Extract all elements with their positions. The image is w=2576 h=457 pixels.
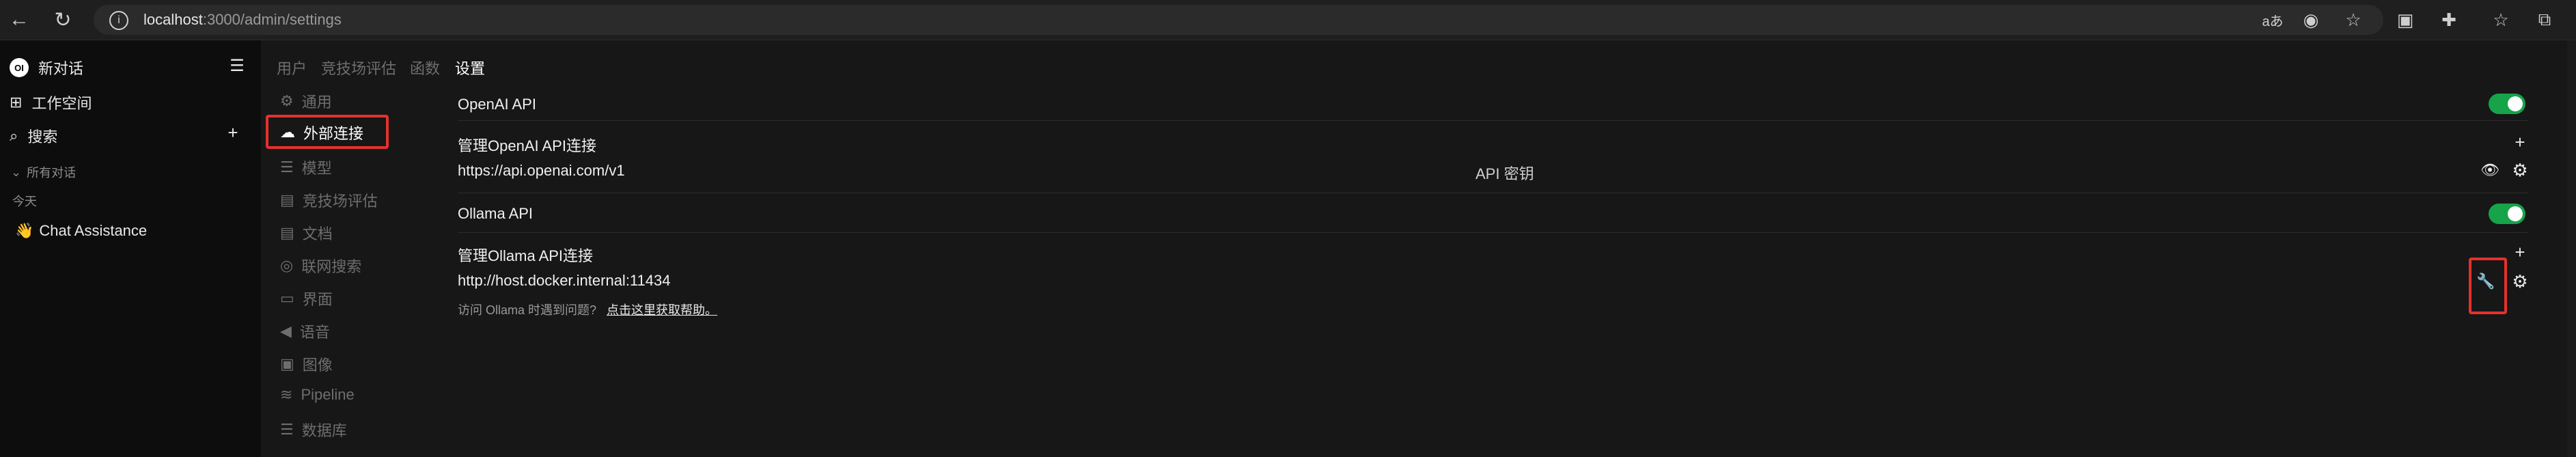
openai-api-title: OpenAI API	[458, 96, 536, 113]
add-openai-connection-icon[interactable]: +	[2508, 130, 2532, 154]
settings-nav-documents[interactable]: ▤ 文档	[280, 222, 333, 244]
new-chat-label: 新对话	[38, 60, 84, 77]
tab-users[interactable]: 用户	[277, 57, 307, 79]
settings-nav-label: 联网搜索	[301, 258, 362, 275]
help-link[interactable]: 点击这里获取帮助。	[607, 303, 717, 317]
settings-nav-label: 文档	[302, 225, 333, 243]
workspace-icon: ⊞	[10, 94, 23, 111]
settings-nav-interface[interactable]: ▭ 界面	[280, 288, 333, 309]
site-info-icon[interactable]: i	[109, 11, 128, 30]
read-aloud-icon[interactable]: aあ	[2258, 5, 2287, 34]
wave-icon: 👋	[15, 222, 34, 239]
openai-api-key-input[interactable]: API 密钥	[1476, 162, 1534, 184]
add-icon[interactable]: +	[223, 122, 243, 143]
gear-icon: ⚙	[280, 92, 294, 109]
speaker-icon: ◀	[280, 322, 292, 340]
ollama-api-toggle[interactable]	[2489, 204, 2525, 224]
wrench-icon[interactable]: 🔧	[2476, 270, 2496, 293]
gear-icon[interactable]: ⚙	[2508, 158, 2532, 182]
favorite-star-icon[interactable]: ☆	[2339, 5, 2368, 34]
url-text: localhost:3000/admin/settings	[143, 11, 342, 28]
settings-nav-label: 模型	[301, 160, 332, 177]
workspace-label: 工作空间	[31, 95, 92, 112]
translate-icon[interactable]: ◉	[2297, 5, 2325, 34]
settings-nav-arena[interactable]: ▤ 竞技场评估	[280, 189, 378, 211]
settings-nav-label: 数据库	[301, 422, 347, 439]
back-icon[interactable]: ←	[5, 6, 33, 33]
sidebar-item-search[interactable]: ⌕ 搜索	[10, 125, 57, 147]
openai-url-input[interactable]: https://api.openai.com/v1	[458, 162, 625, 180]
file-icon: ▤	[280, 224, 294, 241]
scrollbar[interactable]	[2567, 40, 2576, 457]
favorites-icon[interactable]: ☆	[2487, 5, 2515, 34]
tab-actions-icon[interactable]: ▣	[2391, 5, 2420, 34]
ollama-url-input[interactable]: http://host.docker.internal:11434	[458, 272, 670, 290]
tab-arena[interactable]: 竞技场评估	[321, 57, 396, 79]
new-chat-button[interactable]: OI 新对话	[10, 57, 83, 79]
ollama-manage-label: 管理Ollama API连接	[458, 247, 594, 264]
ollama-api-title: Ollama API	[458, 205, 534, 222]
database-icon: ☰	[280, 158, 294, 176]
reload-icon[interactable]: ↻	[49, 6, 77, 33]
gear-icon[interactable]: ⚙	[2508, 270, 2532, 293]
cloud-icon: ☁	[280, 124, 295, 141]
tab-functions[interactable]: 函数	[410, 57, 440, 79]
openai-manage-label: 管理OpenAI API连接	[458, 137, 596, 154]
chevron-down-icon: ⌄	[11, 165, 22, 179]
divider	[458, 232, 2527, 233]
image-icon: ▣	[280, 355, 294, 372]
settings-nav-label: 通用	[301, 94, 332, 111]
search-icon: ⌕	[10, 127, 18, 144]
browser-toolbar: ← ↻ i localhost:3000/admin/settings aあ ◉…	[0, 0, 2576, 40]
help-prefix: 访问 Ollama 时遇到问题?	[458, 303, 597, 317]
settings-nav-pipeline[interactable]: ≋ Pipeline	[280, 386, 355, 404]
monitor-icon: ▭	[280, 290, 294, 307]
settings-nav-connections[interactable]: ☁ 外部连接	[280, 122, 363, 143]
ollama-help-text: 访问 Ollama 时遇到问题? 点击这里获取帮助。	[458, 301, 717, 318]
chat-list-item[interactable]: 👋 Chat Assistance	[15, 222, 147, 240]
layers-icon: ≋	[280, 386, 293, 403]
all-chats-toggle[interactable]: ⌄ 所有对话	[11, 163, 76, 181]
settings-nav-label: 界面	[302, 291, 333, 308]
settings-nav-label: 竞技场评估	[302, 193, 378, 210]
settings-nav-images[interactable]: ▣ 图像	[280, 353, 333, 375]
settings-nav-label: 语音	[299, 324, 330, 341]
main-panel	[261, 40, 2576, 457]
today-heading: 今天	[12, 195, 37, 208]
add-ollama-connection-icon[interactable]: +	[2508, 240, 2532, 264]
settings-nav-database[interactable]: ☰ 数据库	[280, 419, 347, 441]
address-bar[interactable]	[94, 5, 2383, 35]
sidebar: OI 新对话 ☰ ⊞ 工作空间 ⌕ 搜索 + ⌄ 所有对话 今天 👋 Chat …	[0, 40, 261, 457]
globe-icon: ◎	[280, 257, 294, 274]
settings-nav-general[interactable]: ⚙ 通用	[280, 90, 332, 112]
settings-nav-label: Pipeline	[301, 386, 355, 403]
openai-api-toggle[interactable]	[2489, 94, 2525, 114]
document-icon: ▤	[280, 191, 294, 208]
app-logo: OI	[10, 58, 29, 77]
settings-nav-models[interactable]: ☰ 模型	[280, 156, 332, 178]
sidebar-toggle-icon[interactable]: ☰	[227, 55, 247, 76]
chat-title: Chat Assistance	[39, 222, 148, 239]
settings-nav-label: 图像	[302, 357, 333, 374]
settings-nav-web-search[interactable]: ◎ 联网搜索	[280, 255, 361, 277]
collections-icon[interactable]: ⧉	[2530, 5, 2559, 34]
divider	[458, 120, 2527, 121]
extensions-icon[interactable]: ✚	[2435, 5, 2463, 34]
eye-icon[interactable]: 👁	[2478, 158, 2502, 182]
settings-nav-audio[interactable]: ◀ 语音	[280, 320, 330, 342]
settings-nav-label: 外部连接	[303, 125, 364, 142]
tab-settings[interactable]: 设置	[455, 57, 485, 79]
sidebar-item-workspace[interactable]: ⊞ 工作空间	[10, 92, 92, 113]
search-label: 搜索	[27, 128, 58, 146]
all-chats-label: 所有对话	[27, 166, 77, 180]
database-icon: ☰	[280, 421, 294, 438]
